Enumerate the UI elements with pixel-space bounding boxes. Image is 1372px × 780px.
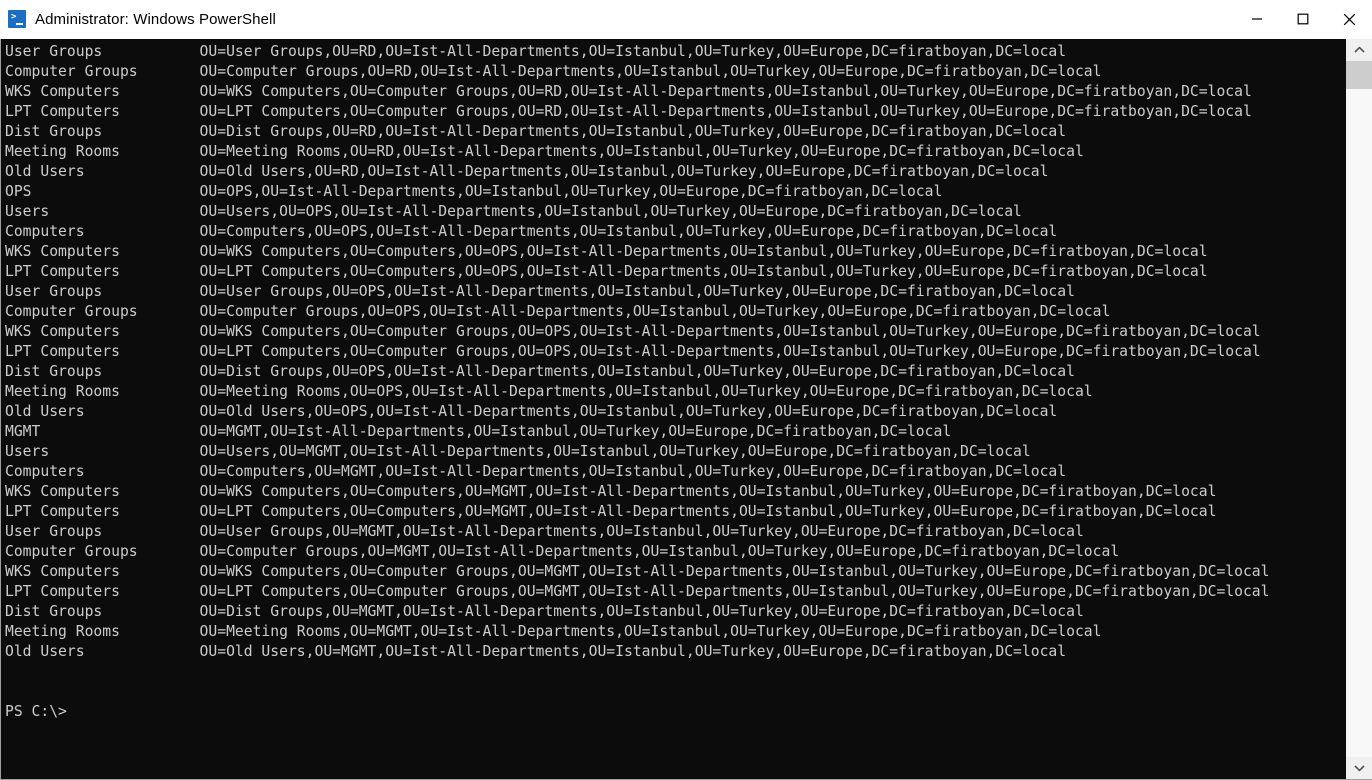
console-line: Old Users OU=Old Users,OU=RD,OU=Ist-All-… xyxy=(5,163,1049,180)
console-line: MGMT OU=MGMT,OU=Ist-All-Departments,OU=I… xyxy=(5,423,952,440)
console-line: LPT Computers OU=LPT Computers,OU=Comput… xyxy=(5,583,1270,600)
console-prompt-line: PS C:\> xyxy=(5,703,67,720)
console-line: OPS OU=OPS,OU=Ist-All-Departments,OU=Ist… xyxy=(5,183,943,200)
scrollbar-track[interactable] xyxy=(1346,61,1372,757)
console-line: Old Users OU=Old Users,OU=MGMT,OU=Ist-Al… xyxy=(5,643,1067,660)
console-line: LPT Computers OU=LPT Computers,OU=Comput… xyxy=(5,503,1217,520)
console-line: User Groups OU=User Groups,OU=OPS,OU=Ist… xyxy=(5,283,1075,300)
console-line: Users OU=Users,OU=MGMT,OU=Ist-All-Depart… xyxy=(5,443,1031,460)
console-output[interactable]: User Groups OU=User Groups,OU=RD,OU=Ist-… xyxy=(1,39,1345,779)
powershell-icon: > xyxy=(8,10,26,28)
close-icon xyxy=(1343,13,1355,25)
window-controls xyxy=(1234,0,1372,38)
console-line: WKS Computers OU=WKS Computers,OU=Comput… xyxy=(5,243,1208,260)
vertical-scrollbar[interactable] xyxy=(1345,39,1372,779)
console-line: Computer Groups OU=Computer Groups,OU=MG… xyxy=(5,543,1120,560)
console-line: WKS Computers OU=WKS Computers,OU=Comput… xyxy=(5,563,1270,580)
console-line: Computer Groups OU=Computer Groups,OU=RD… xyxy=(5,63,1102,80)
console-line: LPT Computers OU=LPT Computers,OU=Comput… xyxy=(5,343,1261,360)
console-line: Computers OU=Computers,OU=MGMT,OU=Ist-Al… xyxy=(5,463,1067,480)
title-bar[interactable]: > Administrator: Windows PowerShell xyxy=(0,0,1372,39)
console-area[interactable]: User Groups OU=User Groups,OU=RD,OU=Ist-… xyxy=(0,39,1372,780)
console-line: User Groups OU=User Groups,OU=MGMT,OU=Is… xyxy=(5,523,1084,540)
scroll-down-button[interactable] xyxy=(1346,757,1372,779)
prompt-chevron-glyph: > xyxy=(11,12,17,22)
chevron-up-icon xyxy=(1353,46,1365,53)
console-line: Meeting Rooms OU=Meeting Rooms,OU=OPS,OU… xyxy=(5,383,1093,400)
minimize-button[interactable] xyxy=(1234,0,1280,38)
powershell-window: > Administrator: Windows PowerShell User… xyxy=(0,0,1372,780)
console-line: Meeting Rooms OU=Meeting Rooms,OU=RD,OU=… xyxy=(5,143,1084,160)
console-line: Computers OU=Computers,OU=OPS,OU=Ist-All… xyxy=(5,223,1058,240)
console-line: Dist Groups OU=Dist Groups,OU=RD,OU=Ist-… xyxy=(5,123,1067,140)
console-line: LPT Computers OU=LPT Computers,OU=Comput… xyxy=(5,103,1252,120)
maximize-button[interactable] xyxy=(1280,0,1326,38)
minimize-icon xyxy=(1252,18,1262,20)
maximize-icon xyxy=(1297,13,1309,25)
scrollbar-thumb[interactable] xyxy=(1346,61,1372,89)
console-line: Computer Groups OU=Computer Groups,OU=OP… xyxy=(5,303,1111,320)
console-line: WKS Computers OU=WKS Computers,OU=Comput… xyxy=(5,483,1217,500)
chevron-down-icon xyxy=(1353,765,1365,772)
close-button[interactable] xyxy=(1326,0,1372,38)
console-line: Users OU=Users,OU=OPS,OU=Ist-All-Departm… xyxy=(5,203,1022,220)
prompt-underscore-glyph xyxy=(16,23,23,25)
console-line: Old Users OU=Old Users,OU=OPS,OU=Ist-All… xyxy=(5,403,1058,420)
window-title: Administrator: Windows PowerShell xyxy=(35,10,276,28)
console-line: User Groups OU=User Groups,OU=RD,OU=Ist-… xyxy=(5,43,1067,60)
console-line: Dist Groups OU=Dist Groups,OU=OPS,OU=Ist… xyxy=(5,363,1075,380)
console-line: WKS Computers OU=WKS Computers,OU=Comput… xyxy=(5,83,1252,100)
console-line: Meeting Rooms OU=Meeting Rooms,OU=MGMT,O… xyxy=(5,623,1102,640)
console-line: LPT Computers OU=LPT Computers,OU=Comput… xyxy=(5,263,1208,280)
console-line: WKS Computers OU=WKS Computers,OU=Comput… xyxy=(5,323,1261,340)
scroll-up-button[interactable] xyxy=(1346,39,1372,61)
console-line: Dist Groups OU=Dist Groups,OU=MGMT,OU=Is… xyxy=(5,603,1084,620)
